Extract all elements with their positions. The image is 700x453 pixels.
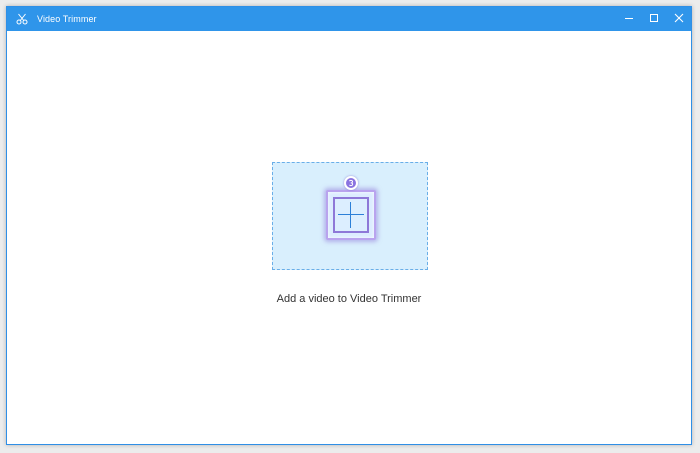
scissors-icon <box>15 12 29 26</box>
app-window: Video Trimmer Add a video to Video Trimm… <box>6 6 692 445</box>
close-button[interactable] <box>666 7 691 31</box>
plus-vertical-bar <box>350 202 351 228</box>
video-drop-zone[interactable] <box>272 162 428 270</box>
plus-icon <box>333 197 369 233</box>
window-title: Video Trimmer <box>37 14 97 24</box>
main-content: Add a video to Video Trimmer <box>7 31 691 444</box>
minimize-button[interactable] <box>616 7 641 31</box>
close-icon <box>674 10 684 28</box>
title-bar[interactable]: Video Trimmer <box>7 7 691 31</box>
step-number-badge <box>344 176 358 190</box>
plus-horizontal-bar <box>338 214 364 215</box>
window-controls <box>616 7 691 31</box>
minimize-icon <box>624 10 634 28</box>
maximize-icon <box>649 10 659 28</box>
add-video-hint: Add a video to Video Trimmer <box>276 293 422 305</box>
add-video-button[interactable] <box>326 190 376 240</box>
maximize-button[interactable] <box>641 7 666 31</box>
